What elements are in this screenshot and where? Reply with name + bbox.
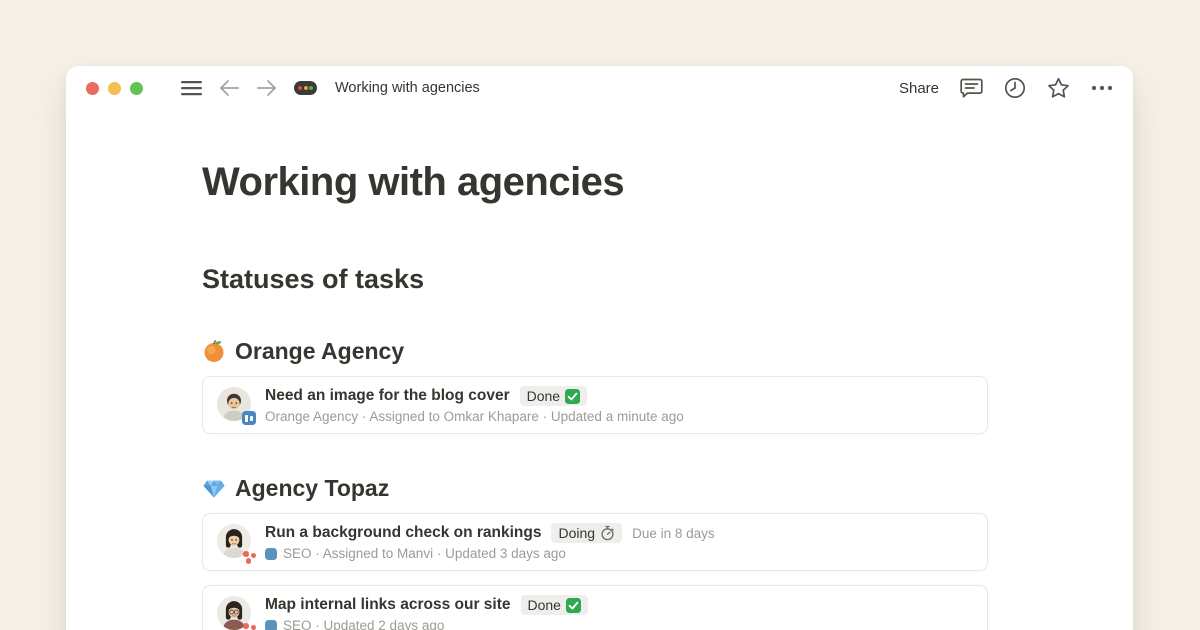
- more-options-icon[interactable]: [1091, 85, 1113, 91]
- coral-dots-badge-icon: [242, 550, 258, 564]
- sidebar-menu-icon[interactable]: [181, 80, 202, 96]
- task-card-internal-links[interactable]: Map internal links across our site Done: [202, 585, 988, 630]
- group-heading-agency-topaz: Agency Topaz: [202, 473, 988, 503]
- status-label: Doing: [558, 525, 595, 541]
- titlebar: Working with agencies Share: [66, 66, 1133, 110]
- due-date-text: Due in 8 days: [632, 526, 715, 541]
- traffic-lights: [86, 82, 143, 95]
- avatar: [217, 596, 253, 630]
- page-favicon-traffic-light-icon: [294, 81, 317, 95]
- group-name: Agency Topaz: [235, 473, 389, 503]
- task-title: Run a background check on rankings: [265, 524, 541, 542]
- stopwatch-icon: [600, 525, 615, 541]
- seo-tag-color-chip: [265, 620, 277, 630]
- updates-clock-icon[interactable]: [1004, 77, 1026, 99]
- seo-tag-color-chip: [265, 548, 277, 560]
- close-window-button[interactable]: [86, 82, 99, 95]
- comments-icon[interactable]: [960, 78, 983, 99]
- coral-dots-badge-icon: [242, 622, 258, 630]
- orange-emoji-icon: [202, 339, 226, 363]
- task-meta: SEO · Assigned to Manvi · Updated 3 days…: [283, 546, 566, 561]
- avatar: [217, 387, 253, 423]
- page-body: Working with agencies Statuses of tasks …: [202, 158, 988, 630]
- favorite-star-icon[interactable]: [1047, 77, 1070, 99]
- board-database-badge-icon: [242, 411, 256, 425]
- group-name: Orange Agency: [235, 336, 404, 366]
- group-heading-orange-agency: Orange Agency: [202, 336, 988, 366]
- gem-emoji-icon: [202, 476, 226, 500]
- task-title: Map internal links across our site: [265, 596, 511, 614]
- status-badge-done: Done: [520, 386, 587, 406]
- task-meta: SEO · Updated 2 days ago: [283, 618, 444, 630]
- task-meta: Orange Agency · Assigned to Omkar Khapar…: [265, 409, 684, 424]
- app-window: Working with agencies Share: [66, 66, 1133, 630]
- page-title: Working with agencies: [202, 158, 988, 206]
- task-card-background-check[interactable]: Run a background check on rankings Doing: [202, 513, 988, 571]
- status-label: Done: [528, 597, 561, 613]
- forward-arrow-icon[interactable]: [256, 79, 278, 97]
- avatar: [217, 524, 253, 560]
- share-button[interactable]: Share: [899, 80, 939, 97]
- status-label: Done: [527, 388, 560, 404]
- back-arrow-icon[interactable]: [218, 79, 240, 97]
- task-card-blog-cover[interactable]: Need an image for the blog cover Done Or…: [202, 376, 988, 434]
- green-check-icon: [565, 389, 580, 404]
- task-title: Need an image for the blog cover: [265, 387, 510, 405]
- status-badge-doing: Doing: [551, 523, 622, 543]
- status-badge-done: Done: [521, 595, 588, 615]
- section-heading: Statuses of tasks: [202, 262, 988, 296]
- green-check-icon: [566, 598, 581, 613]
- zoom-window-button[interactable]: [130, 82, 143, 95]
- breadcrumb-page-title[interactable]: Working with agencies: [335, 80, 480, 96]
- minimize-window-button[interactable]: [108, 82, 121, 95]
